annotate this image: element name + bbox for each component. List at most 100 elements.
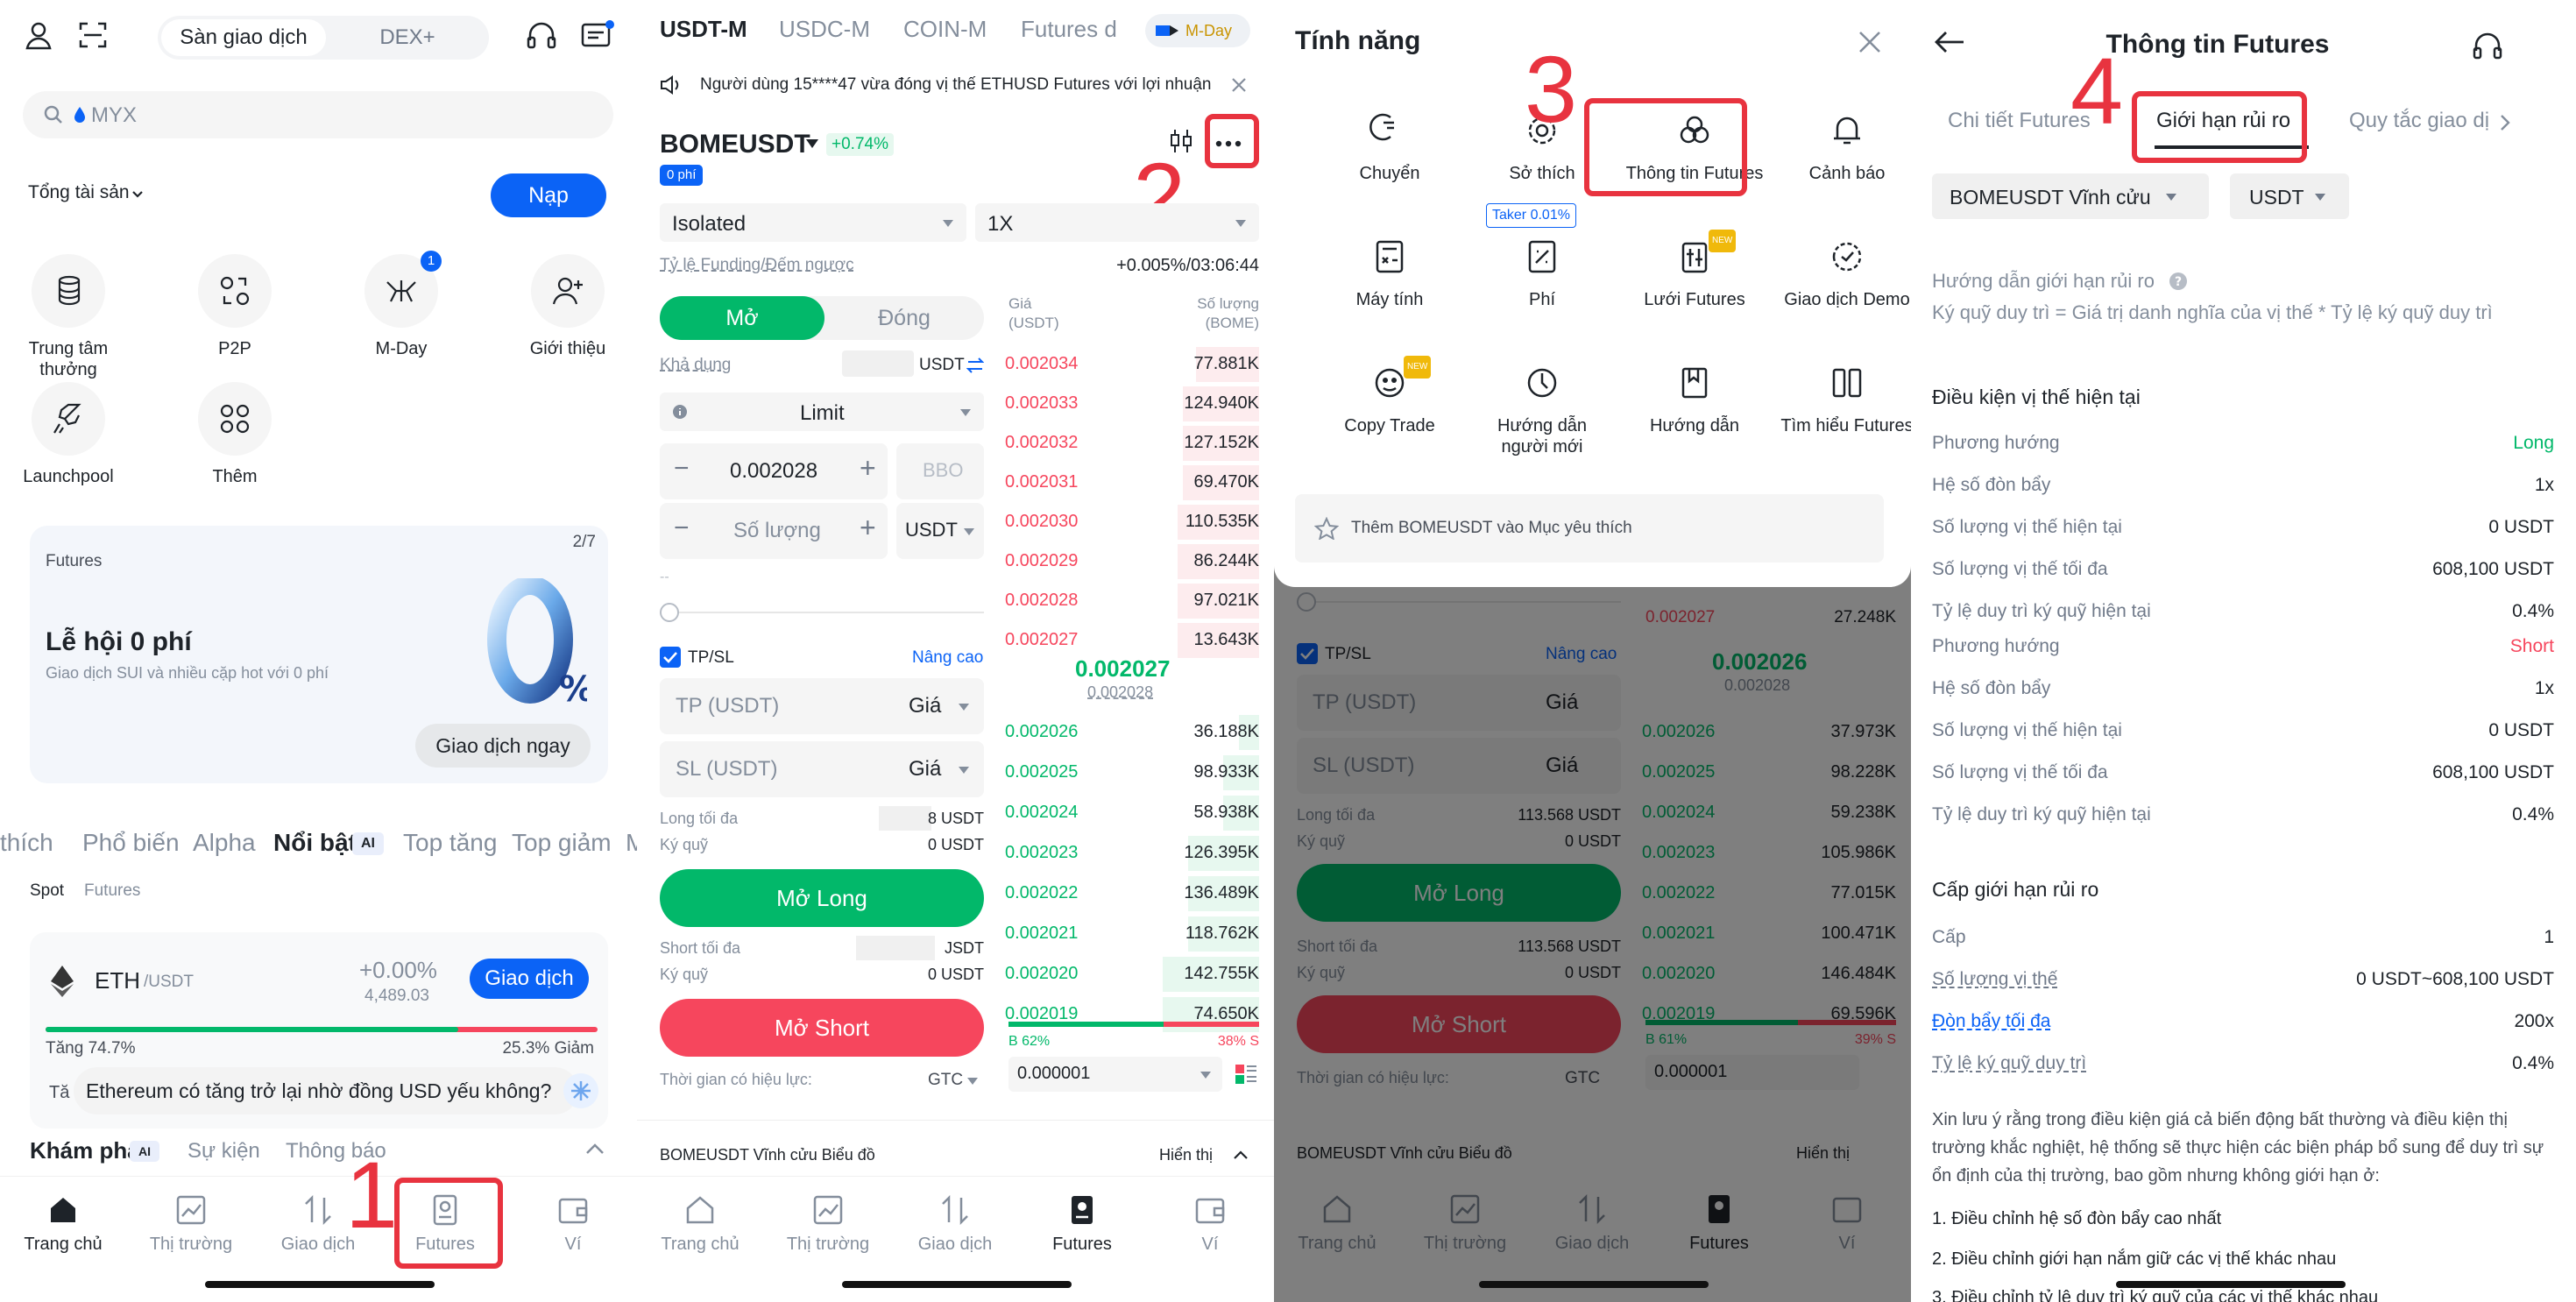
open-long-button[interactable]: Mở Long: [660, 869, 984, 927]
nav-wallet[interactable]: Ví: [1157, 1192, 1263, 1255]
tab-usdc-m[interactable]: USDC-M: [779, 16, 870, 43]
slider-track[interactable]: [660, 612, 984, 613]
bid-row[interactable]: 0.002024 58.938K: [1005, 796, 1259, 831]
feature-transfer[interactable]: Chuyển: [1320, 110, 1460, 184]
bid-row[interactable]: 0.002022 136.489K: [1005, 876, 1259, 911]
scan-icon[interactable]: [77, 19, 109, 51]
ask-row[interactable]: 0.002030 110.535K: [1005, 505, 1259, 540]
bid-row[interactable]: 0.002020 142.755K: [1005, 957, 1259, 992]
market-tab-active[interactable]: Nổi bật: [273, 829, 357, 857]
tp-input[interactable]: TP (USDT) Giá: [660, 678, 984, 734]
leverage-select[interactable]: 1X: [975, 203, 1259, 242]
nav-home[interactable]: Trang chủ: [648, 1192, 753, 1255]
feature-fee[interactable]: Taker 0.01% Phí: [1472, 203, 1612, 310]
add-favorite-button[interactable]: Thêm BOMEUSDT vào Mục yêu thích: [1295, 494, 1884, 563]
close-icon[interactable]: [1858, 30, 1882, 54]
nav-futures[interactable]: Futures: [1030, 1192, 1135, 1255]
bid-row[interactable]: 0.002023 126.395K: [1005, 836, 1259, 871]
tif-value[interactable]: GTC: [928, 1071, 963, 1090]
feature-book[interactable]: Hướng dẫn: [1624, 363, 1765, 436]
tab-trading-rules[interactable]: Quy tắc giao dị: [2349, 109, 2489, 133]
price-input[interactable]: − 0.002028 +: [660, 443, 888, 499]
advanced-link[interactable]: Nâng cao: [912, 648, 983, 668]
quick-mday[interactable]: 1 M-Day: [349, 251, 454, 359]
eth-trade-button[interactable]: Giao dịch: [470, 959, 589, 999]
tab-exchange[interactable]: Sàn giao dịch: [161, 19, 326, 56]
feature-copy-trade[interactable]: NEW Copy Trade: [1320, 356, 1460, 436]
nav-wallet[interactable]: Ví: [520, 1192, 626, 1255]
margin-mode-select[interactable]: Isolated: [660, 203, 966, 242]
sl-price-type[interactable]: Giá: [909, 757, 941, 782]
feature-compass[interactable]: Hướng dẫn người mới: [1472, 363, 1612, 457]
ai-orb-icon[interactable]: [561, 1071, 601, 1111]
bid-row[interactable]: 0.002025 98.933K: [1005, 755, 1259, 790]
tick-size-select[interactable]: 0.000001: [1008, 1057, 1222, 1092]
sl-input[interactable]: SL (USDT) Giá: [660, 741, 984, 797]
tp-price-type[interactable]: Giá: [909, 694, 941, 718]
quick-referral[interactable]: Giới thiệu: [515, 254, 620, 359]
bid-row[interactable]: 0.002026 36.188K: [1005, 715, 1259, 750]
search-input[interactable]: MYX: [23, 91, 613, 138]
nav-markets[interactable]: Thị trường: [775, 1192, 881, 1255]
tab-usdt-m[interactable]: USDT-M: [660, 16, 747, 43]
headset-icon[interactable]: [526, 21, 557, 51]
feature-demo[interactable]: Giao dịch Demo: [1777, 237, 1911, 310]
plus-icon[interactable]: +: [860, 512, 876, 544]
user-icon[interactable]: [23, 19, 54, 51]
open-short-button[interactable]: Mở Short: [660, 999, 984, 1057]
ask-row[interactable]: 0.002034 77.881K: [1005, 347, 1259, 382]
symbol-select[interactable]: BOMEUSDT Vĩnh cửu: [1932, 173, 2209, 219]
mark-price[interactable]: 0.002028: [1087, 683, 1153, 702]
tab-coin-m[interactable]: COIN-M: [903, 16, 987, 43]
notice-text[interactable]: Người dùng 15****47 vừa đóng vị thế ETHU…: [700, 75, 1212, 95]
plus-icon[interactable]: +: [860, 452, 876, 485]
quantity-unit-select[interactable]: USDT: [896, 503, 984, 559]
ask-row[interactable]: 0.002031 69.470K: [1005, 465, 1259, 500]
quick-reward-center[interactable]: Trung tâm thưởng: [16, 254, 121, 380]
chevron-up-icon[interactable]: [585, 1143, 605, 1155]
mday-pill[interactable]: M-Day: [1145, 14, 1250, 47]
feature-calculator[interactable]: Máy tính: [1320, 237, 1460, 310]
chart-bar-label[interactable]: BOMEUSDT Vĩnh cửu Biểu đồ: [660, 1146, 875, 1164]
order-type-select[interactable]: Limit: [660, 393, 984, 431]
promo-banner[interactable]: Futures 2/7 Lễ hội 0 phí Giao dịch SUI v…: [30, 526, 608, 783]
bbo-button[interactable]: BBO: [896, 443, 984, 499]
subtab-spot[interactable]: Spot: [30, 881, 64, 901]
ask-row[interactable]: 0.002032 127.152K: [1005, 426, 1259, 461]
ask-row[interactable]: 0.002028 97.021K: [1005, 584, 1259, 619]
nav-home[interactable]: Trang chủ: [11, 1192, 116, 1255]
message-icon[interactable]: [580, 19, 615, 51]
quick-launchpool[interactable]: Launchpool: [16, 382, 121, 487]
market-tab[interactable]: M: [626, 829, 637, 857]
events-tab[interactable]: Sự kiện: [188, 1139, 260, 1164]
banner-cta-button[interactable]: Giao dịch ngay: [415, 724, 591, 768]
nav-markets[interactable]: Thị trường: [138, 1192, 244, 1255]
bid-row[interactable]: 0.002021 118.762K: [1005, 916, 1259, 952]
ai-question[interactable]: Ethereum có tăng trở lại nhờ đồng USD yế…: [74, 1067, 578, 1114]
help-icon[interactable]: ?: [2169, 272, 2188, 291]
slider-handle[interactable]: [660, 603, 679, 622]
quick-p2p[interactable]: P2P: [182, 254, 287, 359]
ask-row[interactable]: 0.002029 86.244K: [1005, 544, 1259, 579]
total-assets-label[interactable]: Tổng tài sản: [28, 182, 130, 203]
funding-label[interactable]: Tỷ lệ Funding/Đếm ngược: [660, 256, 854, 275]
ask-row[interactable]: 0.002033 124.940K: [1005, 386, 1259, 421]
show-chart-label[interactable]: Hiển thị: [1159, 1146, 1213, 1164]
transfer-icon[interactable]: [966, 357, 984, 373]
open-tab[interactable]: Mở: [660, 296, 824, 340]
orderbook-layout-icon[interactable]: [1235, 1064, 1257, 1085]
caret-down-icon[interactable]: [805, 138, 819, 149]
explore-tab[interactable]: Khám phá: [30, 1137, 140, 1164]
quantity-input[interactable]: − Số lượng +: [660, 503, 888, 559]
bid-row[interactable]: 0.002019 74.650K: [1005, 997, 1259, 1032]
deposit-button[interactable]: Nạp: [491, 173, 606, 217]
chevron-up-icon[interactable]: [1233, 1150, 1249, 1160]
minus-icon[interactable]: −: [674, 454, 690, 484]
feature-bell[interactable]: Cảnh báo: [1777, 110, 1911, 184]
headset-icon[interactable]: [2472, 32, 2503, 61]
market-tab[interactable]: Top giảm: [512, 829, 612, 857]
market-tab[interactable]: Top tăng: [403, 829, 497, 857]
unit-select[interactable]: USDT: [2230, 173, 2349, 219]
chevron-right-icon[interactable]: [2500, 114, 2510, 131]
close-tab[interactable]: Đóng: [824, 296, 984, 340]
